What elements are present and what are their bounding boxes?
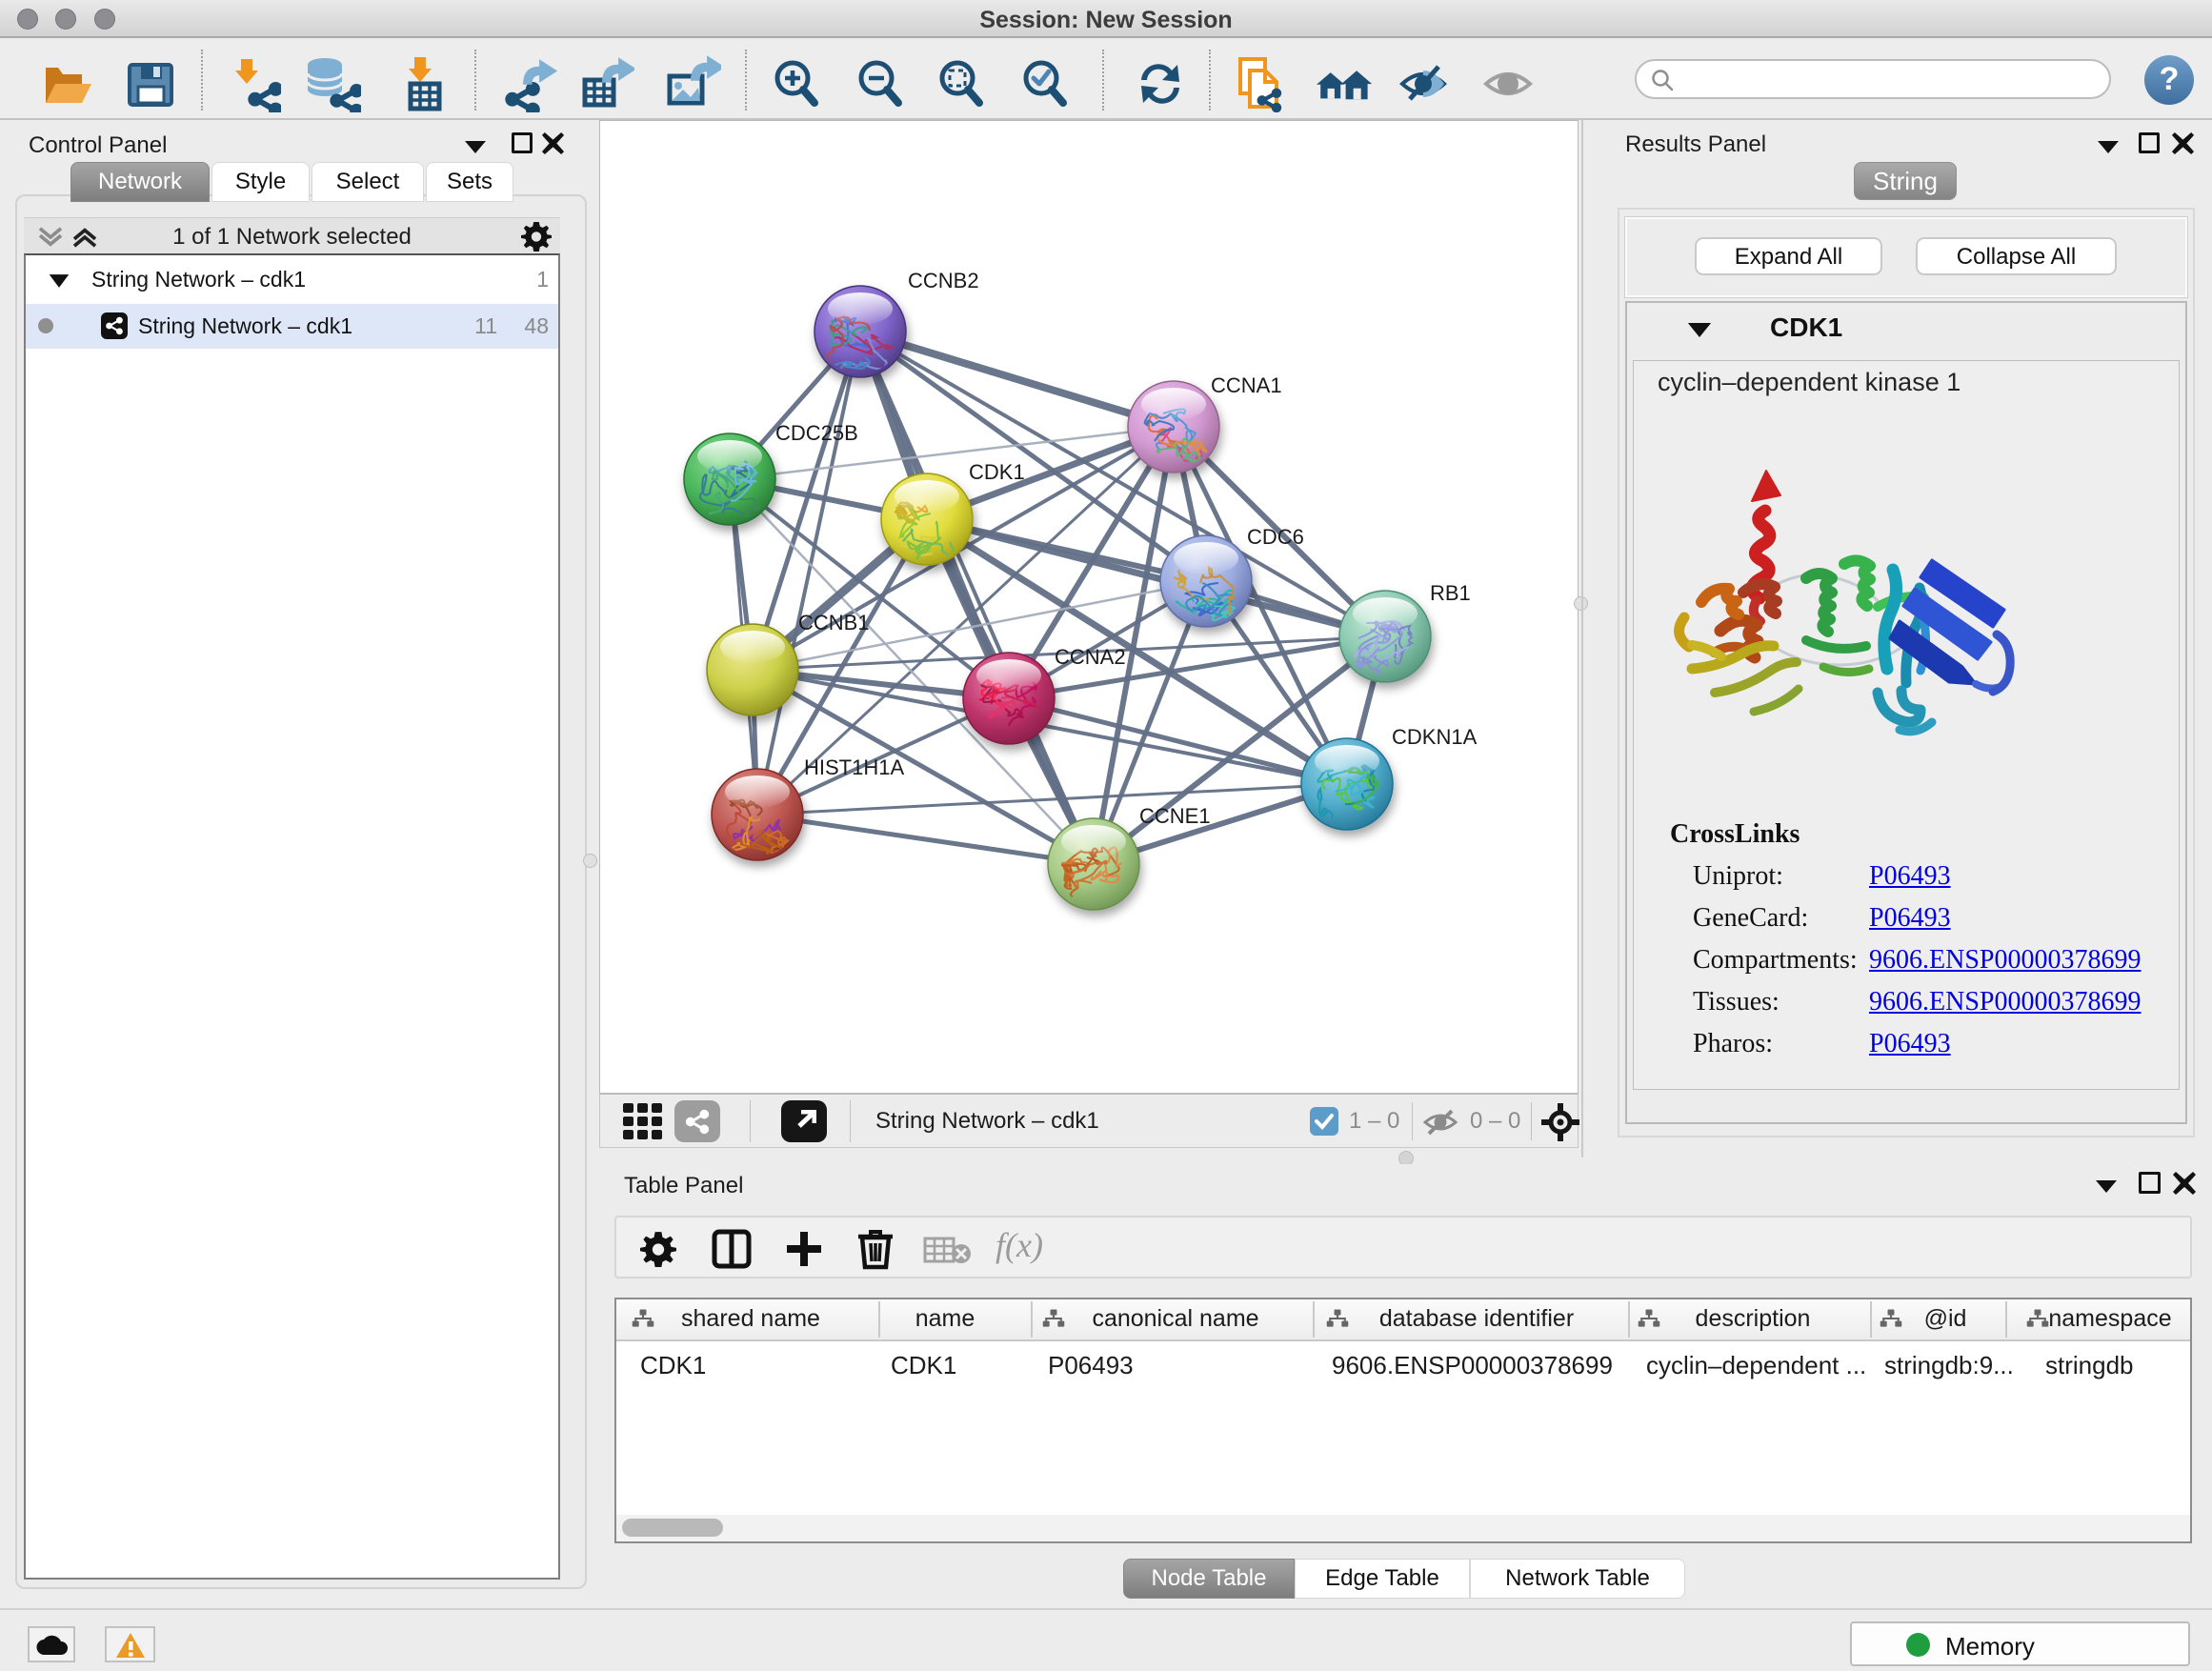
svg-text:CDC25B: CDC25B xyxy=(775,421,858,445)
svg-text:HIST1H1A: HIST1H1A xyxy=(804,755,904,779)
svg-text:CCNA1: CCNA1 xyxy=(1211,373,1282,397)
svg-text:CDK1: CDK1 xyxy=(969,460,1025,484)
svg-text:CCNE1: CCNE1 xyxy=(1139,804,1211,828)
svg-text:CDKN1A: CDKN1A xyxy=(1392,725,1478,749)
svg-text:CCNB2: CCNB2 xyxy=(908,269,979,292)
svg-text:CDC6: CDC6 xyxy=(1247,525,1304,549)
svg-text:CCNA2: CCNA2 xyxy=(1055,645,1126,669)
svg-text:RB1: RB1 xyxy=(1430,581,1471,605)
svg-text:CCNB1: CCNB1 xyxy=(798,611,870,634)
